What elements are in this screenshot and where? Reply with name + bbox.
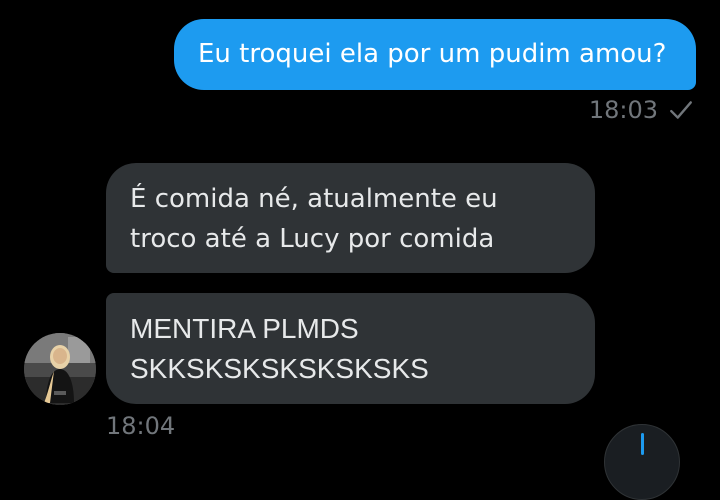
sent-message-time: 18:03 (588, 96, 658, 124)
received-message-line: SKKSKSKSKSKSKSKS (130, 353, 429, 384)
received-message-line: É comida né, atualmente eu (130, 184, 498, 214)
received-message-line: MENTIRA PLMDS (130, 313, 359, 344)
compose-button[interactable] (604, 424, 680, 500)
received-message-line: troco até a Lucy por comida (130, 224, 495, 254)
sent-message-meta: 18:03 (589, 94, 694, 126)
user-avatar[interactable] (24, 333, 96, 405)
check-icon (670, 101, 692, 119)
sent-message-text: Eu troquei ela por um pudim amou? (198, 39, 667, 69)
received-message-bubble[interactable]: MENTIRA PLMDS SKKSKSKSKSKSKSKS (106, 293, 595, 404)
compose-icon (641, 433, 644, 455)
received-message-bubble[interactable]: É comida né, atualmente eu troco até a L… (106, 163, 595, 273)
avatar-image (24, 333, 96, 405)
sent-message-bubble[interactable]: Eu troquei ela por um pudim amou? (174, 19, 696, 90)
received-message-time: 18:04 (106, 412, 176, 440)
